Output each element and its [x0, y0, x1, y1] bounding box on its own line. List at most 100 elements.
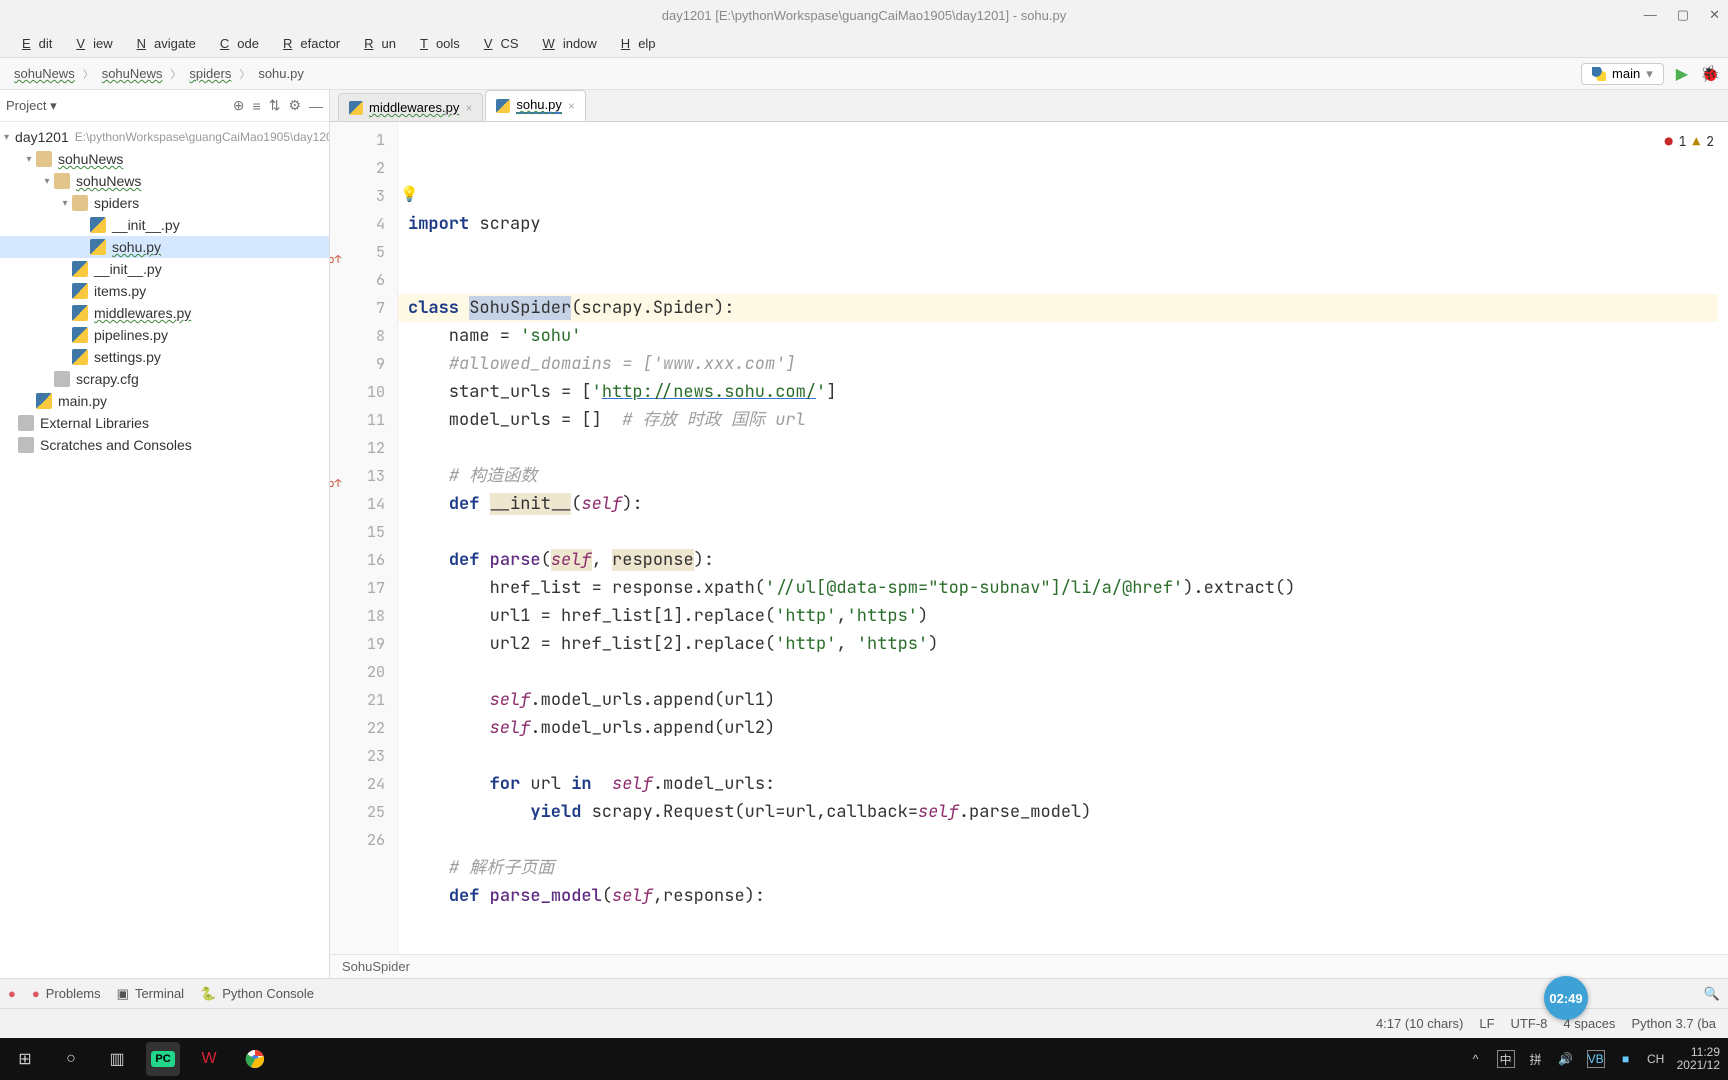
ime-icon[interactable]: 中 [1497, 1050, 1515, 1068]
breadcrumb-item[interactable]: sohuNews [96, 64, 169, 83]
terminal-tab[interactable]: ▣Terminal [117, 986, 184, 1002]
code-line-5[interactable]: name = 'sohu' [408, 322, 1728, 350]
code-line-25[interactable]: def parse_model(self,response): [408, 882, 1728, 910]
inspection-indicator[interactable]: ●1 ▲2 [1665, 128, 1714, 156]
tree-node-sohunews[interactable]: ▾sohuNews [0, 170, 329, 192]
code-line-22[interactable]: yield scrapy.Request(url=url,callback=se… [408, 798, 1728, 826]
project-tree[interactable]: ▾day1201E:\pythonWorkspase\guangCaiMao19… [0, 122, 329, 460]
start-button[interactable]: ⊞ [8, 1042, 42, 1076]
code-line-12[interactable] [408, 518, 1728, 546]
code-line-20[interactable] [408, 742, 1728, 770]
tree-node-scratches-and-consoles[interactable]: Scratches and Consoles [0, 434, 329, 456]
code-line-19[interactable]: self.model_urls.append(url2) [408, 714, 1728, 742]
project-combo[interactable]: Project ▾ [6, 98, 57, 114]
code-line-4[interactable]: class SohuSpider(scrapy.Spider): [398, 294, 1718, 322]
caret-position[interactable]: 4:17 (10 chars) [1376, 1016, 1463, 1031]
menu-view[interactable]: View [60, 36, 120, 51]
tree-node-main-py[interactable]: main.py [0, 390, 329, 412]
task-view-icon[interactable]: ▥ [100, 1042, 134, 1076]
tree-node-day1201[interactable]: ▾day1201E:\pythonWorkspase\guangCaiMao19… [0, 126, 329, 148]
close-tab-icon[interactable]: × [568, 99, 575, 113]
maximize-icon[interactable]: ▢ [1677, 7, 1689, 23]
tree-twist-icon[interactable]: ▾ [22, 154, 36, 165]
editor-breadcrumb[interactable]: SohuSpider [330, 954, 1728, 978]
menu-navigate[interactable]: Navigate [121, 36, 204, 51]
editor-tab-middlewares-py[interactable]: middlewares.py× [338, 93, 483, 121]
tree-node-pipelines-py[interactable]: pipelines.py [0, 324, 329, 346]
tree-twist-icon[interactable]: ▾ [58, 198, 72, 209]
locate-icon[interactable]: ⊕ [233, 97, 245, 114]
code-line-8[interactable]: model_urls = [] # 存放 时政 国际 url [408, 406, 1728, 434]
tree-node-external-libraries[interactable]: External Libraries [0, 412, 329, 434]
code-line-14[interactable]: href_list = response.xpath('//ul[@data-s… [408, 574, 1728, 602]
tree-node-items-py[interactable]: items.py [0, 280, 329, 302]
tree-node-middlewares-py[interactable]: middlewares.py [0, 302, 329, 324]
file-encoding[interactable]: UTF-8 [1511, 1016, 1548, 1031]
ime-mode-icon[interactable]: 拼 [1527, 1050, 1545, 1068]
code-line-1[interactable]: import scrapy [408, 210, 1728, 238]
menu-tools[interactable]: Tools [404, 36, 468, 51]
tray-expand-icon[interactable]: ^ [1467, 1050, 1485, 1068]
breadcrumb-item[interactable]: sohu.py [252, 64, 310, 83]
clock-date[interactable]: 2021/12 [1677, 1059, 1720, 1072]
code-line-11[interactable]: def __init__(self): [408, 490, 1728, 518]
pycharm-icon[interactable]: PC [146, 1042, 180, 1076]
line-separator[interactable]: LF [1479, 1016, 1494, 1031]
tree-node-settings-py[interactable]: settings.py [0, 346, 329, 368]
code-line-6[interactable]: #allowed_domains = ['www.xxx.com'] [408, 350, 1728, 378]
collapse-all-icon[interactable]: ⇅ [269, 97, 281, 114]
wps-icon[interactable]: W [192, 1042, 226, 1076]
debug-button[interactable]: 🐞 [1700, 64, 1720, 84]
menu-vcs[interactable]: VCS [468, 36, 527, 51]
code-line-21[interactable]: for url in self.model_urls: [408, 770, 1728, 798]
expand-all-icon[interactable]: ≡ [253, 98, 261, 114]
chrome-icon[interactable] [238, 1042, 272, 1076]
code-line-3[interactable] [408, 266, 1728, 294]
run-config-selector[interactable]: main ▾ [1581, 63, 1664, 85]
code-line-10[interactable]: # 构造函数 [408, 462, 1728, 490]
network-icon[interactable]: ■ [1617, 1050, 1635, 1068]
code-line-17[interactable] [408, 658, 1728, 686]
cortana-icon[interactable]: ○ [54, 1042, 88, 1076]
event-log-icon[interactable]: 🔍 [1704, 986, 1720, 1002]
code-line-7[interactable]: start_urls = ['http://news.sohu.com/'] [408, 378, 1728, 406]
tree-twist-icon[interactable]: ▾ [4, 132, 9, 143]
menu-window[interactable]: Window [527, 36, 605, 51]
close-tab-icon[interactable]: × [465, 101, 472, 115]
code-line-16[interactable]: url2 = href_list[2].replace('http', 'htt… [408, 630, 1728, 658]
hide-icon[interactable]: — [309, 98, 323, 114]
menu-edit[interactable]: Edit [6, 36, 60, 51]
minimize-icon[interactable]: — [1644, 7, 1657, 23]
code-line-18[interactable]: self.model_urls.append(url1) [408, 686, 1728, 714]
breadcrumb-item[interactable]: sohuNews [8, 64, 81, 83]
menu-run[interactable]: Run [348, 36, 404, 51]
code-line-2[interactable] [408, 238, 1728, 266]
intention-bulb-icon[interactable]: 💡 [400, 180, 419, 208]
run-tool-tab[interactable]: ● [8, 986, 16, 1001]
problems-tab[interactable]: ●Problems [32, 986, 101, 1001]
tree-node-sohu-py[interactable]: sohu.py [0, 236, 329, 258]
tree-node-__init__-py[interactable]: __init__.py [0, 214, 329, 236]
menu-help[interactable]: Help [605, 36, 664, 51]
code-area[interactable]: ●1 ▲2 import scrapy class SohuSpider(scra… [398, 122, 1728, 954]
menu-code[interactable]: Code [204, 36, 267, 51]
tree-node-spiders[interactable]: ▾spiders [0, 192, 329, 214]
lang-indicator[interactable]: CH [1647, 1050, 1665, 1068]
tree-twist-icon[interactable]: ▾ [40, 176, 54, 187]
close-icon[interactable]: ✕ [1709, 7, 1720, 23]
breadcrumb-item[interactable]: spiders [183, 64, 237, 83]
code-line-13[interactable]: def parse(self, response): [408, 546, 1728, 574]
editor-tab-sohu-py[interactable]: sohu.py× [485, 90, 586, 121]
code-line-15[interactable]: url1 = href_list[1].replace('http','http… [408, 602, 1728, 630]
tree-node-__init__-py[interactable]: __init__.py [0, 258, 329, 280]
tree-node-sohunews[interactable]: ▾sohuNews [0, 148, 329, 170]
run-button[interactable]: ▶ [1676, 64, 1688, 84]
volume-icon[interactable]: 🔊 [1557, 1050, 1575, 1068]
python-console-tab[interactable]: 🐍Python Console [200, 986, 314, 1002]
python-interpreter[interactable]: Python 3.7 (ba [1631, 1016, 1716, 1031]
code-line-24[interactable]: # 解析子页面 [408, 854, 1728, 882]
lang-icon[interactable]: VB [1587, 1050, 1605, 1068]
code-line-9[interactable] [408, 434, 1728, 462]
menu-refactor[interactable]: Refactor [267, 36, 348, 51]
code-line-23[interactable] [408, 826, 1728, 854]
